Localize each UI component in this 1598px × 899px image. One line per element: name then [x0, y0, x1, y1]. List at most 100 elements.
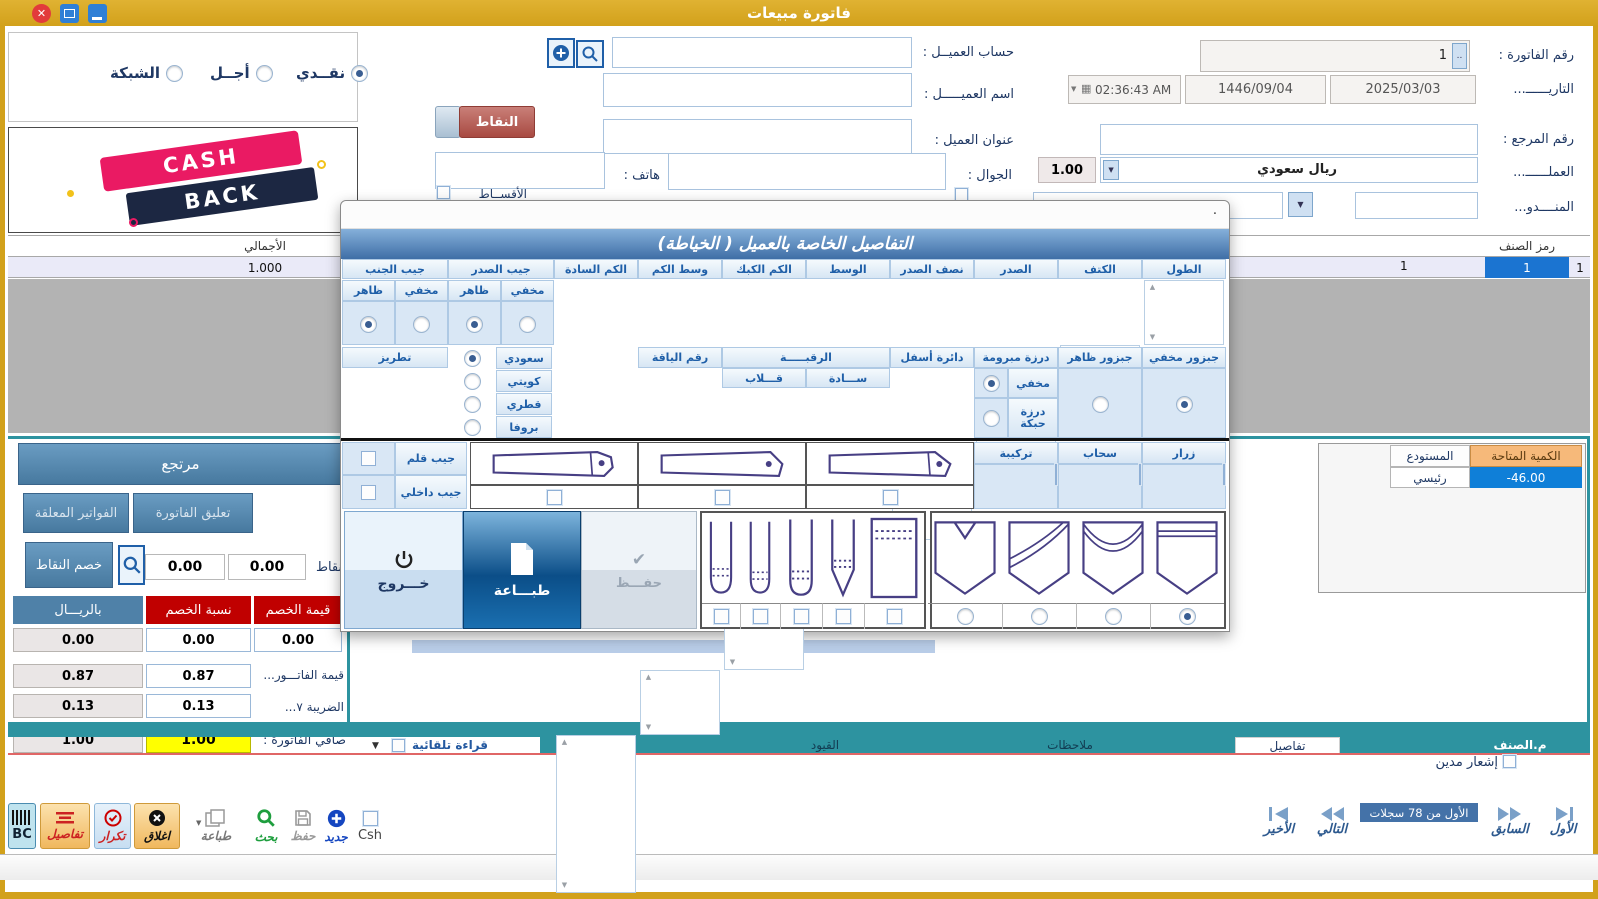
cuff-checkbox-3[interactable] — [547, 490, 562, 505]
points-search-button[interactable] — [118, 545, 145, 585]
debit-note-checkbox[interactable] — [1503, 755, 1516, 768]
dialog-save-button[interactable]: ✔ حفـــظ — [581, 511, 697, 629]
style-proofa-radio[interactable] — [464, 419, 481, 436]
pocket-radio-1[interactable] — [1150, 603, 1224, 629]
button-checkbox[interactable] — [1223, 464, 1225, 485]
close-button[interactable]: اغلاق — [134, 803, 180, 849]
side-pocket-hidden-radio[interactable] — [413, 316, 430, 333]
points-value-2[interactable]: 0.00 — [228, 554, 306, 580]
inner-pocket-cell[interactable] — [342, 475, 395, 509]
stitch-knit-radio-cell[interactable] — [974, 398, 1008, 438]
pen-check-4[interactable] — [740, 603, 780, 629]
pocket-style-1[interactable] — [1150, 513, 1224, 603]
currency-dropdown-icon[interactable]: ▼ — [1103, 160, 1119, 180]
currency-rate-field[interactable]: 1.00 — [1038, 157, 1096, 183]
gathers-hidden-cell[interactable] — [1142, 368, 1226, 438]
cuff-checkbox-1[interactable] — [883, 490, 898, 505]
points-value-1[interactable]: 0.00 — [145, 554, 225, 580]
customer-name-input[interactable] — [603, 73, 912, 107]
phone-input[interactable] — [435, 152, 605, 189]
chest-pocket-shown-cell[interactable] — [448, 301, 501, 345]
sleeve-mid-spinner[interactable]: ▲▼ — [640, 670, 720, 735]
dialog-print-button[interactable]: طبـــاعة — [463, 511, 581, 629]
combo-cell[interactable] — [974, 464, 1058, 509]
time-field[interactable]: 02:36:43 AM ▦ ▼ — [1068, 75, 1181, 104]
pocket-radio-2[interactable] — [1076, 603, 1150, 629]
stitch-hidden-radio-cell[interactable] — [974, 368, 1008, 398]
suspend-invoice-button[interactable]: تعليق الفاتورة — [133, 493, 253, 533]
installments-checkbox[interactable] — [437, 186, 450, 199]
print-button[interactable]: ▼ طباعة — [190, 803, 242, 849]
invoice-no-browse-button[interactable]: .. — [1452, 43, 1467, 69]
currency-combo[interactable]: ريال سعودي ▼ — [1100, 157, 1478, 183]
gathers-shown-cell[interactable] — [1058, 368, 1142, 438]
pen-pocket-cell[interactable] — [342, 442, 395, 475]
zipper-checkbox[interactable] — [1139, 464, 1141, 485]
style-kuwaiti-radio[interactable] — [464, 373, 481, 390]
autoread-checkbox[interactable] — [392, 739, 405, 752]
style-qatari-radio[interactable] — [464, 396, 481, 413]
tab-item[interactable]: م.الصنف — [1470, 736, 1570, 753]
side-pocket-shown-cell[interactable] — [342, 301, 395, 345]
pen-check-5[interactable] — [702, 603, 740, 629]
nav-last-button[interactable]: الأخير — [1256, 806, 1302, 848]
payment-radio-network[interactable]: الشبكة — [110, 64, 183, 82]
add-customer-button[interactable] — [547, 38, 575, 68]
pen-shape-2-checkbox[interactable] — [836, 609, 851, 624]
calendar-icon[interactable]: ▦ — [1081, 82, 1091, 95]
stitch-knit-radio[interactable] — [983, 410, 1000, 427]
style-saudi-radio[interactable] — [464, 350, 481, 367]
tab-details[interactable]: تفاصيل — [1235, 737, 1340, 753]
date-hijri[interactable]: 1446/09/04 — [1185, 75, 1326, 104]
gathers-hidden-radio[interactable] — [1176, 396, 1193, 413]
repeat-button[interactable]: تكرار — [94, 803, 131, 849]
pocket-style-3[interactable] — [1002, 513, 1076, 603]
pocket-style-4[interactable] — [928, 513, 1002, 603]
pocket-radio-3[interactable] — [1002, 603, 1076, 629]
pocket-style-4-radio[interactable] — [957, 608, 974, 625]
time-dropdown-icon[interactable]: ▼ — [1071, 85, 1076, 93]
tab-notes[interactable]: ملاحظات — [1030, 737, 1110, 753]
pen-check-3[interactable] — [780, 603, 822, 629]
customer-address-input[interactable] — [603, 119, 912, 154]
pocket-style-2-radio[interactable] — [1105, 608, 1122, 625]
search-button[interactable]: بحث — [246, 803, 286, 849]
pen-check-2[interactable] — [822, 603, 864, 629]
chest-pocket-shown-radio[interactable] — [466, 316, 483, 333]
cuff-check-3[interactable] — [470, 485, 638, 509]
salesman-dropdown-icon[interactable]: ▼ — [1288, 192, 1313, 217]
pen-pocket-checkbox[interactable] — [361, 451, 376, 466]
points-toggle-handle[interactable] — [435, 106, 461, 138]
pocket-radio-4[interactable] — [928, 603, 1002, 629]
pen-shape-5[interactable] — [702, 513, 740, 603]
discount-riyal[interactable]: 0.00 — [13, 628, 143, 652]
ref-no-input[interactable] — [1100, 124, 1478, 155]
combo-checkbox[interactable] — [1055, 464, 1057, 485]
pen-shape-1-checkbox[interactable] — [887, 609, 902, 624]
pocket-style-3-radio[interactable] — [1031, 608, 1048, 625]
stitch-hidden-radio[interactable] — [983, 375, 1000, 392]
style-kuwaiti-radio-cell[interactable] — [448, 370, 496, 392]
inner-pocket-checkbox[interactable] — [361, 485, 376, 500]
pen-check-1[interactable] — [864, 603, 924, 629]
payment-radio-cash[interactable]: نقــدي — [296, 64, 368, 82]
autoread-dropdown-icon[interactable]: ▼ — [372, 741, 379, 751]
side-pocket-shown-radio[interactable] — [360, 316, 377, 333]
dialog-top-band[interactable] — [341, 201, 1229, 229]
warehouse-qty-value[interactable]: -46.00 — [1470, 467, 1582, 488]
style-saudi-radio-cell[interactable] — [448, 347, 496, 369]
pocket-style-1-radio[interactable] — [1179, 608, 1196, 625]
cuff-check-1[interactable] — [806, 485, 974, 509]
pocket-style-2[interactable] — [1076, 513, 1150, 603]
close-window-icon[interactable]: ✕ — [32, 4, 51, 23]
pen-shape-5-checkbox[interactable] — [714, 609, 729, 624]
details-button[interactable]: تفاصيل — [40, 803, 90, 849]
nav-first-button[interactable]: الأول — [1542, 806, 1584, 848]
new-button[interactable]: جديد — [318, 803, 354, 849]
style-qatari-radio-cell[interactable] — [448, 393, 496, 415]
barcode-button[interactable]: BC — [8, 803, 36, 849]
discount-val[interactable]: 0.00 — [254, 628, 342, 652]
dialog-exit-button[interactable]: خـــروج — [344, 511, 463, 629]
pen-shape-3-checkbox[interactable] — [794, 609, 809, 624]
pen-shape-2[interactable] — [822, 513, 864, 603]
